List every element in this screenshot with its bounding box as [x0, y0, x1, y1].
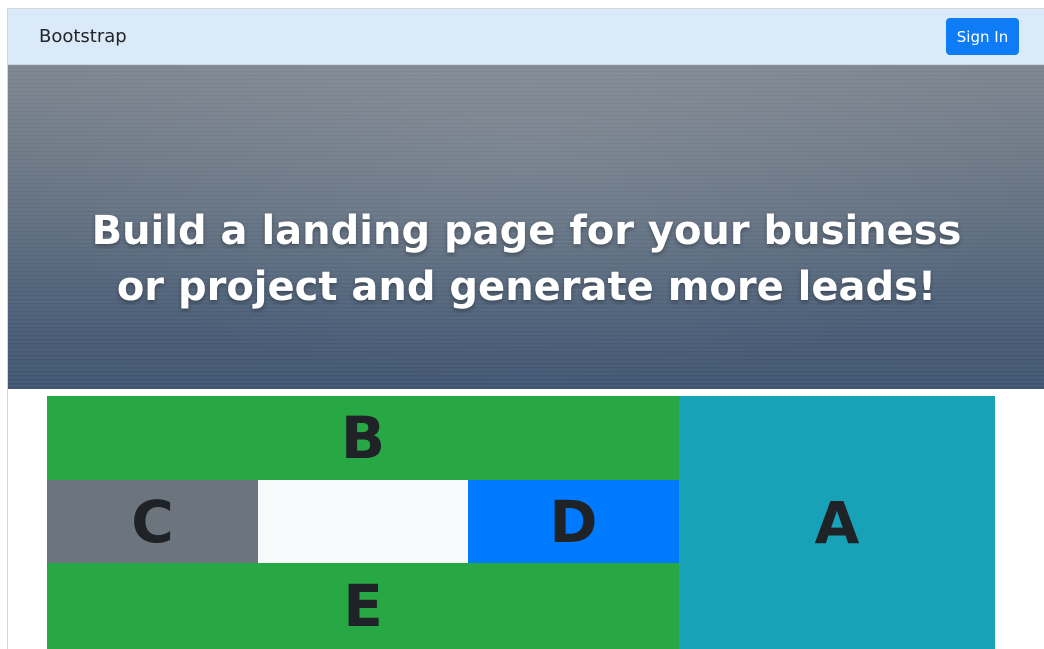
block-e: E	[47, 563, 679, 649]
sign-in-button[interactable]: Sign In	[946, 18, 1019, 55]
block-blank	[258, 480, 468, 563]
block-b: B	[47, 396, 679, 480]
block-d: D	[468, 480, 679, 563]
hero-section: Build a landing page for your business o…	[8, 65, 1044, 389]
navbar: Bootstrap Sign In	[8, 9, 1044, 65]
navbar-brand[interactable]: Bootstrap	[39, 26, 127, 47]
block-c: C	[47, 480, 258, 563]
block-a: A	[679, 396, 995, 649]
hero-heading: Build a landing page for your business o…	[91, 208, 962, 310]
